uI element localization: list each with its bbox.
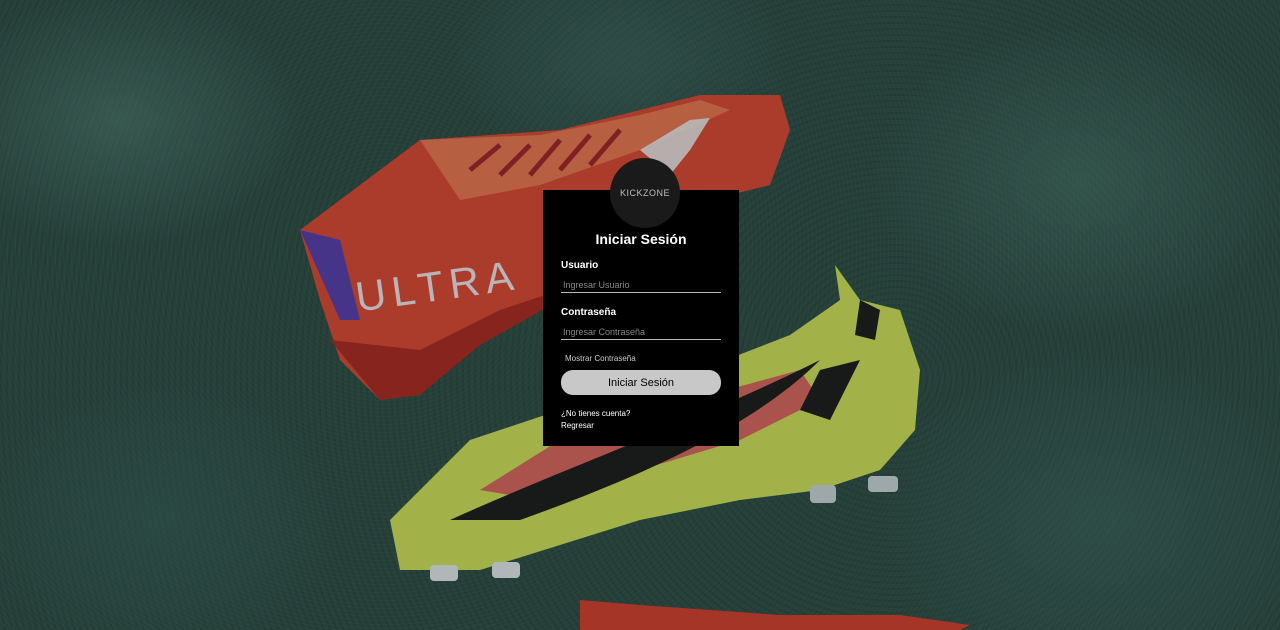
password-input[interactable] [561,324,721,340]
kickzone-logo: KICKZONE [610,158,680,228]
back-link[interactable]: Regresar [561,421,594,430]
login-title: Iniciar Sesión [595,231,687,247]
register-link[interactable]: ¿No tienes cuenta? [561,409,630,418]
username-input[interactable] [561,277,721,293]
username-label: Usuario [561,260,599,271]
logo-text: KICKZONE [619,188,670,198]
password-label: Contraseña [561,307,617,318]
show-password-toggle[interactable]: Mostrar Contraseña [565,354,636,363]
login-card [543,190,739,446]
login-button[interactable]: Iniciar Sesión [561,370,721,395]
